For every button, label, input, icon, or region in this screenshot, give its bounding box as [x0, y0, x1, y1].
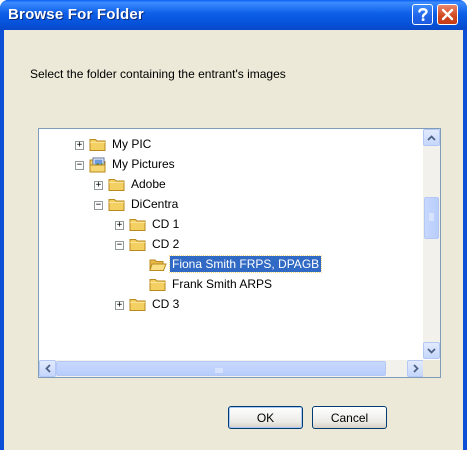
chevron-right-icon: [412, 364, 419, 373]
tree-node-label[interactable]: CD 3: [150, 296, 181, 312]
folder-icon: [129, 217, 147, 236]
tree-node-label[interactable]: Adobe: [129, 176, 168, 192]
chevron-down-icon: [427, 347, 436, 354]
collapse-icon[interactable]: −: [115, 241, 124, 250]
horizontal-scrollbar[interactable]: [39, 360, 424, 377]
ok-button[interactable]: OK: [228, 406, 303, 429]
tree-node-label[interactable]: Frank Smith ARPS: [170, 276, 274, 292]
tree-node-label[interactable]: My PIC: [110, 136, 153, 152]
folder-icon: [108, 197, 126, 216]
tree-node[interactable]: + Adobe: [39, 175, 419, 195]
tree-node[interactable]: + My PIC: [39, 135, 419, 155]
instruction-text: Select the folder containing the entrant…: [30, 67, 286, 81]
close-button[interactable]: [437, 4, 458, 25]
tree-node[interactable]: + CD 3: [39, 295, 419, 315]
scroll-right-button[interactable]: [407, 360, 424, 377]
horizontal-scroll-thumb[interactable]: [56, 361, 386, 376]
title-bar[interactable]: Browse For Folder: [0, 0, 467, 30]
tree-node[interactable]: − CD 2: [39, 235, 419, 255]
scroll-left-button[interactable]: [39, 360, 56, 377]
tree-node-label[interactable]: DiCentra: [129, 196, 180, 212]
folder-open-icon: [149, 257, 167, 276]
tree-node-label[interactable]: My Pictures: [110, 156, 177, 172]
folder-icon: [129, 297, 147, 316]
expand-icon[interactable]: +: [115, 221, 124, 230]
expand-icon[interactable]: +: [75, 141, 84, 150]
collapse-icon[interactable]: −: [94, 201, 103, 210]
chevron-up-icon: [427, 134, 436, 141]
grip-icon: [429, 213, 434, 221]
tree-node[interactable]: − DiCentra: [39, 195, 419, 215]
tree-node-label[interactable]: Fiona Smith FRPS, DPAGB: [168, 255, 323, 273]
folder-icon: [108, 177, 126, 196]
window-title: Browse For Folder: [8, 6, 144, 23]
tree-node-label[interactable]: CD 1: [150, 216, 181, 232]
folder-tree[interactable]: + My PIC − My Pictures + Adobe − DiCentra + CD 1−…: [38, 128, 441, 378]
close-icon: [441, 8, 454, 21]
tree-node-label[interactable]: CD 2: [150, 236, 181, 252]
folder-icon: [89, 137, 107, 156]
folder-icon: [149, 277, 167, 296]
scroll-down-button[interactable]: [423, 342, 440, 359]
tree-node[interactable]: + CD 1: [39, 215, 419, 235]
cancel-button[interactable]: Cancel: [312, 406, 387, 429]
scrollbar-corner: [423, 360, 440, 377]
vertical-scrollbar[interactable]: [423, 129, 440, 359]
tree-node[interactable]: − My Pictures: [39, 155, 419, 175]
help-button[interactable]: [412, 4, 433, 25]
folder-icon: [129, 237, 147, 256]
grip-icon: [215, 368, 223, 373]
tree-node[interactable]: Fiona Smith FRPS, DPAGB: [39, 255, 419, 275]
expand-icon[interactable]: +: [94, 181, 103, 190]
question-mark-icon: [417, 8, 428, 21]
chevron-left-icon: [44, 364, 51, 373]
collapse-icon[interactable]: −: [75, 161, 84, 170]
expand-icon[interactable]: +: [115, 301, 124, 310]
browse-for-folder-dialog: Browse For Folder Select the folder cont…: [0, 0, 467, 450]
tree-node[interactable]: Frank Smith ARPS: [39, 275, 419, 295]
scroll-up-button[interactable]: [423, 129, 440, 146]
vertical-scroll-thumb[interactable]: [424, 197, 439, 239]
